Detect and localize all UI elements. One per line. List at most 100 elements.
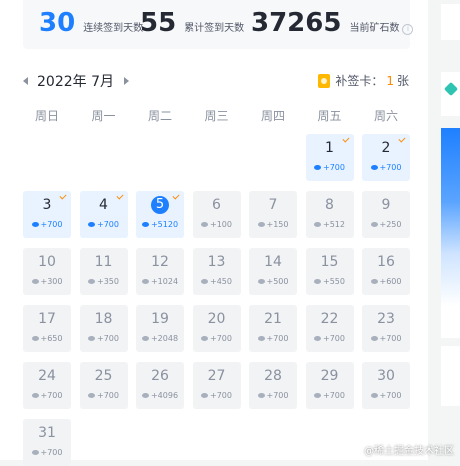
reward-points: +150 — [266, 220, 289, 229]
calendar-day-cell[interactable]: 14 +500 — [249, 248, 297, 295]
reward-points: +700 — [379, 391, 402, 400]
calendar-day-cell[interactable]: 7 +150 — [249, 191, 297, 238]
calendar-day-cell[interactable]: 10 +300 — [23, 248, 71, 295]
day-reward: +700 — [362, 334, 410, 343]
day-reward: +650 — [23, 334, 71, 343]
day-number: 11 — [94, 254, 113, 270]
day-reward: +700 — [362, 391, 410, 400]
calendar-day-cell[interactable]: 29 +700 — [305, 362, 354, 409]
total-days-stat: 55 累计签到天数 — [140, 6, 244, 40]
calendar-day-cell[interactable]: 22 +700 — [305, 305, 354, 352]
day-reward: +512 — [306, 220, 354, 229]
day-number: 3 — [42, 197, 52, 213]
day-reward: +700 — [249, 334, 297, 343]
day-reward: +4096 — [136, 391, 184, 400]
reward-points: +4096 — [150, 391, 179, 400]
calendar-day-cell[interactable]: 23 +700 — [362, 305, 410, 352]
ore-icon — [88, 393, 95, 398]
day-number: 1 — [325, 140, 334, 156]
calendar-day-cell[interactable]: 6 +100 — [192, 191, 241, 238]
day-number: 18 — [94, 311, 113, 327]
calendar-day-cell[interactable]: 21 +700 — [249, 305, 297, 352]
ore-icon — [370, 336, 378, 341]
ore-icon — [31, 279, 39, 284]
calendar-day-cell[interactable]: 20 +700 — [192, 305, 241, 352]
reward-points: +700 — [210, 391, 232, 400]
day-reward: +700 — [306, 391, 354, 400]
calendar-day-cell[interactable]: 17 +650 — [23, 305, 71, 352]
day-reward: +100 — [193, 220, 241, 229]
repair-card-info[interactable]: 补签卡： 1 张 — [318, 72, 409, 89]
ore-label: 当前矿石数 — [349, 23, 400, 34]
repair-card-label: 补签卡： — [335, 74, 384, 88]
calendar-day-cell[interactable]: 9 +250 — [362, 191, 410, 238]
calendar-day-cell[interactable]: 30 +700 — [362, 362, 410, 409]
consecutive-days-value: 30 — [39, 8, 76, 38]
day-reward: +700 — [23, 220, 71, 229]
day-number: 15 — [320, 254, 339, 270]
calendar-day-cell[interactable]: 1 +700 — [305, 134, 354, 181]
day-number: 22 — [320, 311, 339, 327]
calendar-day-cell[interactable]: 24 +700 — [23, 362, 71, 409]
day-reward: +150 — [249, 220, 297, 229]
sidebar-card[interactable] — [441, 72, 460, 116]
checkin-calendar-panel: 30 连续签到天数 55 累计签到天数 37265 当前矿石数 i 2022年 … — [0, 0, 428, 466]
calendar-day-cell[interactable]: 5 +5120 — [136, 191, 184, 238]
day-number: 20 — [207, 311, 226, 327]
day-reward: +5120 — [136, 220, 184, 229]
consecutive-days-stat: 30 连续签到天数 — [39, 6, 143, 40]
reward-points: +600 — [379, 277, 402, 286]
ore-icon — [314, 222, 321, 227]
ore-icon — [201, 393, 208, 398]
day-reward: +700 — [249, 391, 297, 400]
calendar-day-cell[interactable]: 11 +350 — [79, 248, 128, 295]
day-reward: +700 — [80, 220, 128, 229]
calendar-day-cell[interactable]: 27 +700 — [192, 362, 241, 409]
stats-bar: 30 连续签到天数 55 累计签到天数 37265 当前矿石数 i — [23, 0, 414, 49]
ore-icon — [201, 336, 208, 341]
ore-icon — [31, 450, 39, 455]
ore-stat: 37265 当前矿石数 i — [251, 6, 414, 40]
calendar-day-cell[interactable]: 15 +550 — [305, 248, 354, 295]
prev-month-icon[interactable] — [23, 77, 28, 85]
calendar-day-cell[interactable]: 4 +700 — [79, 191, 128, 238]
reward-points: +700 — [40, 391, 63, 400]
day-number: 4 — [99, 197, 108, 213]
ore-icon — [314, 336, 321, 341]
info-icon[interactable]: i — [402, 24, 414, 35]
day-reward: +350 — [80, 277, 128, 286]
reward-points: +450 — [210, 277, 232, 286]
day-number: 21 — [264, 311, 282, 327]
calendar-day-cell[interactable]: 19 +2048 — [136, 305, 184, 352]
day-number: 17 — [38, 311, 56, 327]
calendar-day-cell[interactable]: 31 +700 — [23, 419, 71, 466]
sidebar-banner[interactable] — [441, 128, 460, 338]
day-reward: +700 — [306, 334, 354, 343]
weekday-label: 周六 — [373, 109, 398, 123]
calendar-day-cell[interactable]: 28 +700 — [249, 362, 297, 409]
day-number: 6 — [212, 197, 221, 213]
reward-points: +700 — [97, 391, 119, 400]
day-reward: +700 — [193, 391, 241, 400]
calendar-day-cell[interactable]: 12 +1024 — [136, 248, 184, 295]
calendar-day-cell[interactable]: 3 +700 — [23, 191, 71, 238]
calendar-day-cell[interactable]: 25 +700 — [79, 362, 128, 409]
reward-points: +700 — [40, 220, 63, 229]
next-month-icon[interactable] — [124, 77, 129, 85]
calendar-day-cell[interactable]: 18 +700 — [79, 305, 128, 352]
calendar-day-cell[interactable]: 2 +700 — [362, 134, 410, 181]
calendar-day-cell[interactable]: 13 +450 — [192, 248, 241, 295]
right-sidebar-edge — [441, 0, 460, 460]
ore-icon — [88, 336, 95, 341]
day-number: 31 — [38, 425, 56, 441]
calendar-day-cell[interactable]: 8 +512 — [305, 191, 354, 238]
ore-icon — [370, 279, 378, 284]
reward-points: +700 — [323, 334, 345, 343]
weekday-label: 周五 — [317, 109, 342, 123]
ore-icon — [141, 222, 149, 227]
ore-icon — [31, 393, 39, 398]
reward-points: +512 — [323, 220, 345, 229]
reward-points: +650 — [40, 334, 63, 343]
calendar-day-cell[interactable]: 16 +600 — [362, 248, 410, 295]
calendar-day-cell[interactable]: 26 +4096 — [136, 362, 184, 409]
